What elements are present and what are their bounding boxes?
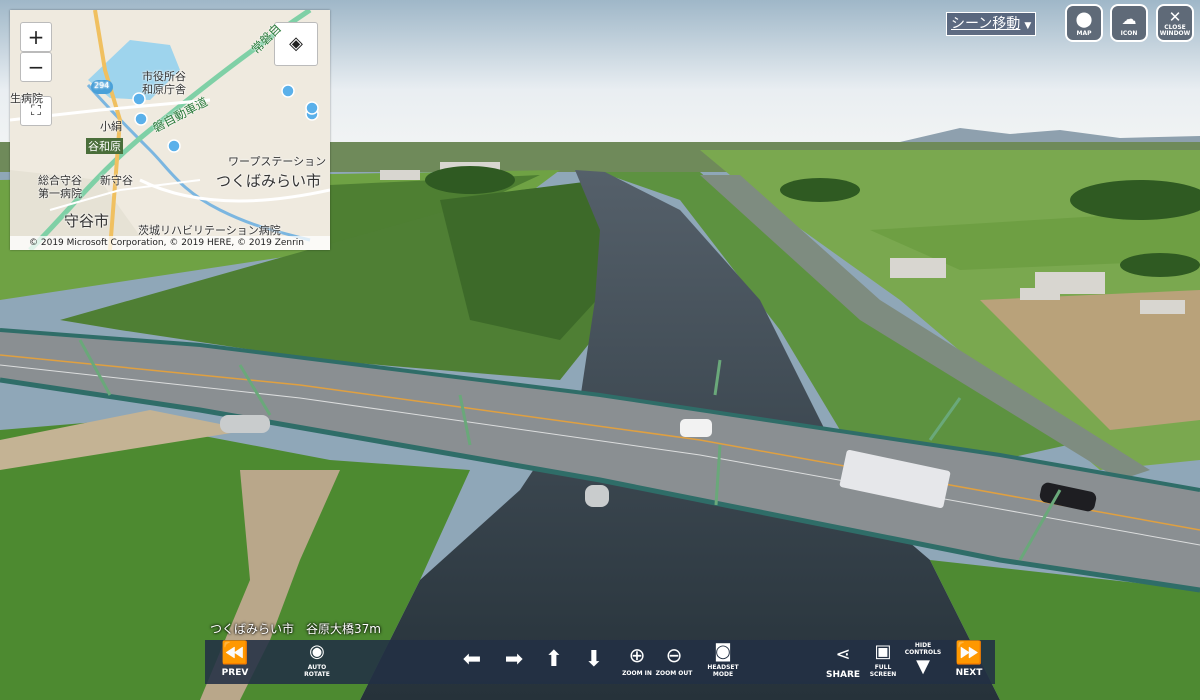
scene-select-dropdown[interactable]: シーン移動 ▼ bbox=[946, 12, 1037, 36]
share-label: SHARE bbox=[825, 670, 861, 680]
bridge-pier bbox=[585, 485, 609, 507]
icon-toggle-button[interactable]: ☁ ICON bbox=[1110, 4, 1148, 42]
zoom-in-label: ZOOM IN bbox=[622, 670, 652, 677]
pan-up-button[interactable]: ⬆ bbox=[539, 640, 569, 684]
close-window-button[interactable]: ✕ CLOSE WINDOW bbox=[1156, 4, 1194, 42]
auto-rotate-button[interactable]: ◉ AUTO ROTATE bbox=[295, 640, 339, 684]
map-label: 新守谷 bbox=[100, 174, 133, 187]
headset-mode-button[interactable]: ◙ HEADSET MODE bbox=[701, 640, 745, 684]
icon-button-label: ICON bbox=[1120, 30, 1138, 37]
map-label: 第一病院 bbox=[38, 187, 82, 200]
fullscreen-label: FULL bbox=[874, 664, 892, 671]
map-pin bbox=[281, 84, 295, 98]
map-label: ワープステーション bbox=[228, 155, 327, 168]
map-label: 和原庁舎 bbox=[142, 83, 186, 96]
auto-rotate-label: AUTO bbox=[307, 664, 327, 671]
map-toggle-button[interactable]: ⬤ MAP bbox=[1065, 4, 1103, 42]
map-pin-icon: ⬤ bbox=[1075, 10, 1093, 28]
map-label: 生病院 bbox=[10, 92, 43, 105]
cloud-icon: ☁ bbox=[1121, 10, 1137, 28]
hide-controls-button[interactable]: HIDE CONTROLS ▼ bbox=[903, 640, 943, 684]
next-label: NEXT bbox=[955, 668, 983, 678]
map-pin bbox=[134, 112, 148, 126]
map-label: つくばみらい市 bbox=[216, 172, 322, 190]
hide-controls-label: CONTROLS bbox=[904, 649, 942, 656]
map-label: 小絹 bbox=[100, 120, 122, 133]
zoom-out-button[interactable]: ⊖ ZOOM OUT bbox=[655, 640, 693, 684]
fullscreen-icon: ▣ bbox=[874, 641, 892, 662]
zoom-out-icon: ⊖ bbox=[665, 643, 683, 667]
map-zoom-out-button[interactable]: − bbox=[20, 52, 52, 82]
map-pin bbox=[167, 139, 181, 153]
scene-caption: つくばみらい市 谷原大橋37m bbox=[210, 622, 381, 636]
map-zoom-in-button[interactable]: + bbox=[20, 22, 52, 52]
headset-icon: ◙ bbox=[714, 641, 732, 662]
arrow-up-icon: ⬆ bbox=[544, 647, 564, 672]
viewer-control-bar: ⏪ PREV ◉ AUTO ROTATE ⬅ ➡ ⬆ ⬇ ⊕ ZOOM IN ⊖… bbox=[205, 640, 995, 684]
headset-label: MODE bbox=[712, 671, 734, 678]
zoom-out-label: ZOOM OUT bbox=[655, 670, 693, 677]
share-button[interactable]: ⋖ SHARE bbox=[823, 640, 863, 684]
chevron-down-icon: ▼ bbox=[916, 656, 930, 677]
pan-right-button[interactable]: ➡ bbox=[499, 640, 529, 684]
double-left-icon: ⏪ bbox=[221, 641, 249, 666]
prev-label: PREV bbox=[221, 668, 249, 678]
map-label: 谷和原 bbox=[86, 138, 123, 154]
close-button-label: WINDOW bbox=[1159, 30, 1191, 37]
pan-left-button[interactable]: ⬅ bbox=[457, 640, 487, 684]
headset-label: HEADSET bbox=[707, 664, 739, 671]
caret-down-icon: ▼ bbox=[1024, 21, 1032, 31]
fullscreen-button[interactable]: ▣ FULL SCREEN bbox=[865, 640, 901, 684]
arrow-down-icon: ⬇ bbox=[584, 647, 604, 672]
rotate-icon: ◉ bbox=[309, 641, 325, 662]
scene-select-label: シーン移動 bbox=[951, 16, 1021, 32]
layers-icon: ◈ bbox=[289, 33, 303, 54]
white-car bbox=[680, 419, 712, 437]
map-label: 守谷市 bbox=[64, 212, 110, 230]
next-button[interactable]: ⏩ NEXT bbox=[949, 640, 989, 684]
prev-button[interactable]: ⏪ PREV bbox=[215, 640, 255, 684]
hide-controls-label: HIDE bbox=[914, 642, 932, 649]
pan-down-button[interactable]: ⬇ bbox=[579, 640, 609, 684]
map-button-label: MAP bbox=[1076, 30, 1092, 37]
map-pin bbox=[305, 101, 319, 115]
arrow-right-icon: ➡ bbox=[504, 647, 524, 672]
map-copyright: © 2019 Microsoft Corporation, © 2019 HER… bbox=[10, 236, 330, 250]
map-label: 294 bbox=[94, 81, 110, 90]
fullscreen-label: SCREEN bbox=[869, 671, 897, 678]
mini-map[interactable]: + − ⛶ ◈ 294 市役所谷 和原庁舎 磐自動車道 常磐自 生病院 小絹 谷… bbox=[10, 10, 330, 250]
share-icon: ⋖ bbox=[835, 644, 851, 665]
zoom-in-button[interactable]: ⊕ ZOOM IN bbox=[619, 640, 655, 684]
arrow-left-icon: ⬅ bbox=[462, 647, 482, 672]
auto-rotate-label: ROTATE bbox=[304, 671, 330, 678]
zoom-in-icon: ⊕ bbox=[628, 643, 646, 667]
double-right-icon: ⏩ bbox=[955, 641, 983, 666]
